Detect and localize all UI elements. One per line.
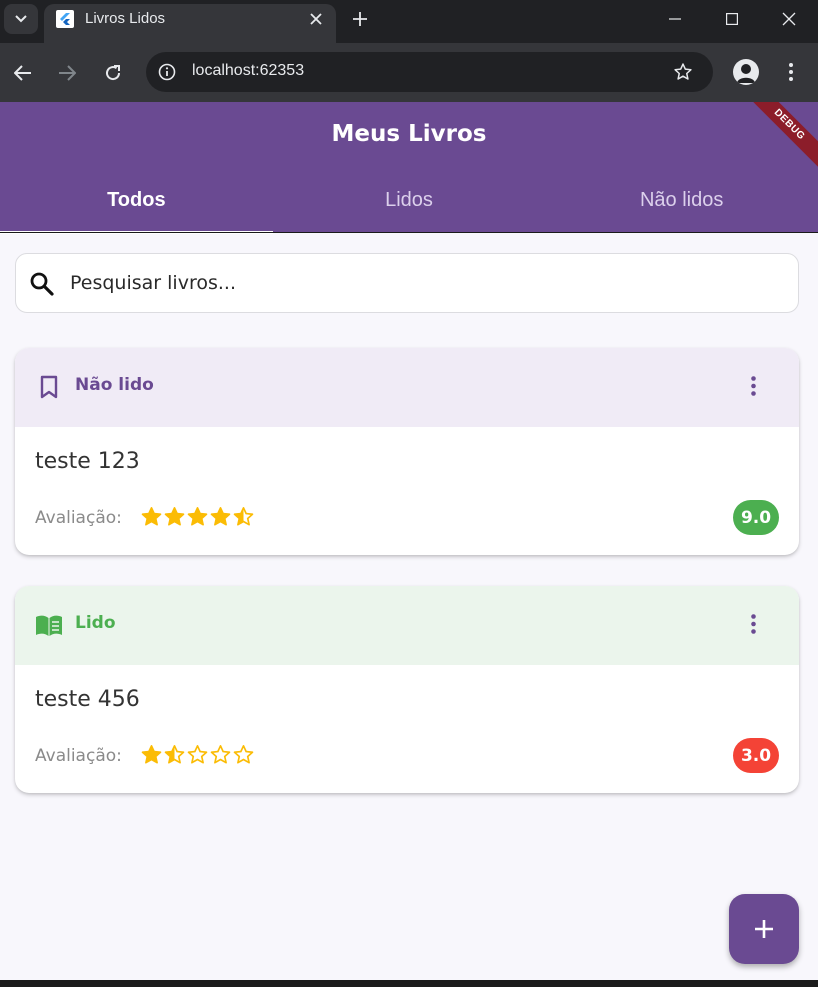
address-bar[interactable]: localhost:62353 (146, 52, 713, 92)
person-icon (737, 64, 755, 83)
book-card[interactable]: Lido teste 456 Avaliação: 3.0 (15, 586, 799, 793)
plus-icon (353, 12, 367, 26)
browser-toolbar: localhost:62353 (0, 43, 818, 102)
new-tab-button[interactable] (346, 6, 374, 32)
star-filled-icon (210, 507, 231, 526)
tab-nao-lidos[interactable]: Não lidos (545, 182, 818, 232)
star-outline-icon (210, 745, 231, 764)
open-book-icon (36, 615, 62, 636)
status-label: Lido (75, 613, 116, 633)
app-viewport: Meus Livros Todos Lidos Não lidos DEBUG … (0, 102, 818, 980)
minimize-icon (669, 18, 681, 20)
arrow-left-icon (14, 65, 31, 81)
chevron-down-icon (15, 15, 27, 23)
book-title: teste 456 (35, 687, 140, 712)
card-menu-button[interactable] (741, 608, 765, 640)
card-menu-button[interactable] (741, 370, 765, 402)
more-vertical-icon (750, 614, 756, 634)
star-outline-icon (674, 63, 692, 80)
app-bar: Meus Livros Todos Lidos Não lidos DEBUG (0, 102, 818, 234)
rating-label: Avaliação: (35, 746, 122, 766)
star-half-icon (164, 745, 185, 764)
bookmark-icon (40, 375, 58, 399)
window-close-button[interactable] (760, 0, 818, 38)
browser-tab-strip: Livros Lidos (0, 0, 818, 43)
star-outline-icon (233, 745, 254, 764)
tab-close-button[interactable] (303, 6, 329, 32)
add-book-button[interactable] (729, 894, 799, 964)
close-icon (782, 12, 796, 26)
close-icon (310, 13, 322, 25)
minimize-button[interactable] (646, 0, 704, 38)
book-title: teste 123 (35, 449, 140, 474)
more-vertical-icon (789, 63, 793, 81)
tab-search-button[interactable] (4, 4, 38, 34)
star-filled-icon (187, 507, 208, 526)
url-text: localhost:62353 (192, 62, 305, 79)
reload-icon (106, 65, 121, 81)
tab-divider (0, 232, 818, 233)
profile-button[interactable] (733, 59, 759, 85)
more-vertical-icon (750, 376, 756, 396)
os-taskbar (0, 980, 818, 987)
score-badge: 3.0 (733, 738, 779, 773)
star-filled-icon (141, 745, 162, 764)
bookmark-star-button[interactable] (671, 60, 695, 84)
flutter-favicon-icon (56, 10, 74, 28)
search-input[interactable] (70, 268, 770, 298)
star-rating (140, 744, 255, 768)
tab-title: Livros Lidos (85, 10, 166, 27)
plus-icon (755, 920, 773, 938)
score-badge: 9.0 (733, 500, 779, 535)
page-title: Meus Livros (331, 121, 487, 147)
card-header: Lido (15, 586, 799, 665)
maximize-icon (726, 13, 738, 25)
rating-label: Avaliação: (35, 508, 122, 528)
reload-button[interactable] (98, 58, 128, 88)
search-icon (30, 272, 54, 296)
tab-lidos[interactable]: Lidos (273, 182, 546, 232)
forward-button[interactable] (52, 58, 82, 88)
back-button[interactable] (8, 58, 38, 88)
tab-bar: Todos Lidos Não lidos (0, 182, 818, 234)
star-half-icon (233, 507, 254, 526)
maximize-button[interactable] (703, 0, 761, 38)
book-card[interactable]: Não lido teste 123 Avaliação: 9.0 (15, 348, 799, 555)
star-outline-icon (187, 745, 208, 764)
star-filled-icon (141, 507, 162, 526)
browser-tab[interactable]: Livros Lidos (44, 4, 336, 43)
card-header: Não lido (15, 348, 799, 427)
status-label: Não lido (75, 375, 154, 395)
info-icon[interactable] (158, 63, 176, 81)
tab-todos[interactable]: Todos (0, 182, 273, 234)
arrow-right-icon (59, 65, 76, 81)
star-rating (140, 506, 255, 530)
search-box[interactable] (15, 253, 799, 313)
browser-menu-button[interactable] (781, 58, 801, 86)
star-filled-icon (164, 507, 185, 526)
